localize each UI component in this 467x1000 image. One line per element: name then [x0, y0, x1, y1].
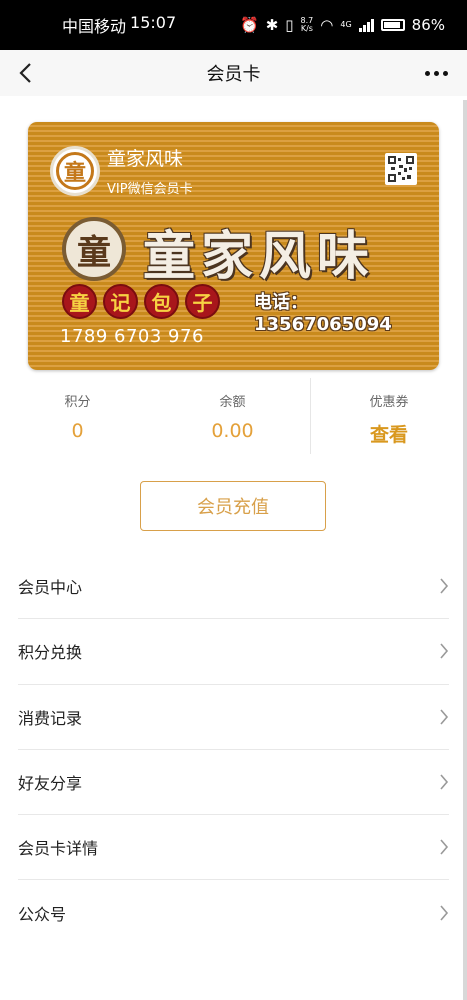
menu-item-label: 消费记录 — [18, 708, 83, 728]
menu-item-member-center[interactable]: 会员中心 — [18, 554, 449, 620]
store-name: 童家风味 — [107, 148, 184, 170]
brand-title: 童家风味 — [143, 226, 376, 287]
points-stat[interactable]: 积分 0 — [0, 378, 155, 454]
signal-icon — [358, 18, 374, 32]
chevron-right-icon — [439, 774, 449, 790]
baozi-char: 子 — [185, 284, 220, 319]
logo-char: 童 — [56, 152, 94, 190]
store-logo: 童 — [50, 146, 100, 196]
more-dot-icon — [442, 70, 448, 76]
bluetooth-icon: ✱ — [265, 16, 279, 34]
menu-item-label: 好友分享 — [18, 774, 83, 794]
qr-code-graphic — [388, 156, 414, 182]
status-right: ⏰ ✱ ▯ 8.7 K/s ◠ 4G 86% — [240, 16, 445, 34]
card-number: 1789 6703 976 — [60, 326, 204, 347]
menu-item-official-account[interactable]: 公众号 — [18, 880, 449, 945]
more-dot-icon — [433, 70, 439, 76]
menu-item-consumption-records[interactable]: 消费记录 — [18, 685, 449, 750]
recharge-button[interactable]: 会员充值 — [140, 481, 326, 531]
page-title: 会员卡 — [206, 64, 261, 85]
member-stats: 积分 0 余额 0.00 优惠券 查看 — [0, 378, 467, 454]
membership-card[interactable]: 童 童家风味 VIP微信会员卡 童 童家风味 童 记 包 子 电话：135670… — [28, 122, 439, 370]
more-dot-icon — [424, 70, 430, 76]
baozi-char: 包 — [144, 284, 179, 319]
carrier-label: 中国移动 — [62, 17, 127, 36]
chevron-right-icon — [439, 709, 449, 725]
baozi-row: 童 记 包 子 — [62, 284, 220, 319]
net-type: 4G — [340, 20, 352, 29]
coupon-label: 优惠券 — [369, 395, 409, 410]
net-speed: 8.7 K/s — [301, 17, 314, 33]
points-value: 0 — [71, 420, 84, 442]
coupon-view-link[interactable]: 查看 — [370, 420, 408, 447]
baozi-char: 童 — [62, 284, 97, 319]
brand-logo-char: 童 — [77, 232, 111, 273]
chevron-right-icon — [439, 905, 449, 921]
baozi-char: 记 — [103, 284, 138, 319]
balance-label: 余额 — [219, 395, 246, 410]
card-subtitle: VIP微信会员卡 — [107, 182, 193, 197]
menu-item-friend-share[interactable]: 好友分享 — [18, 750, 449, 816]
chevron-right-icon — [439, 643, 449, 659]
coupon-stat[interactable]: 优惠券 查看 — [310, 378, 467, 454]
battery-icon — [380, 19, 405, 31]
balance-stat[interactable]: 余额 0.00 — [155, 378, 310, 454]
menu-list: 会员中心 积分兑换 消费记录 好友分享 会员卡详情 公众号 — [18, 554, 449, 946]
clock: 15:07 — [130, 13, 177, 32]
brand-logo: 童 — [62, 217, 126, 281]
balance-value: 0.00 — [211, 420, 254, 442]
battery-percent: 86% — [411, 16, 445, 34]
qr-code-icon[interactable] — [385, 153, 417, 185]
back-button[interactable] — [10, 56, 42, 90]
wifi-icon: ◠ — [320, 16, 334, 34]
status-left: 中国移动 15:07 — [62, 13, 176, 37]
menu-item-points-exchange[interactable]: 积分兑换 — [18, 619, 449, 685]
menu-item-label: 公众号 — [18, 905, 67, 925]
menu-item-label: 会员卡详情 — [18, 839, 99, 859]
chevron-right-icon — [439, 578, 449, 594]
points-label: 积分 — [64, 395, 91, 410]
scrollbar[interactable] — [463, 100, 467, 1000]
status-bar: 中国移动 15:07 ⏰ ✱ ▯ 8.7 K/s ◠ 4G 86% — [0, 0, 467, 50]
more-button[interactable] — [421, 60, 451, 86]
card-phone: 电话：13567065094 — [254, 292, 392, 335]
back-arrow-icon — [19, 63, 31, 83]
menu-item-label: 会员中心 — [18, 578, 83, 598]
alarm-icon: ⏰ — [240, 16, 259, 34]
chevron-right-icon — [439, 839, 449, 855]
vibrate-icon: ▯ — [285, 16, 294, 34]
menu-item-label: 积分兑换 — [18, 643, 83, 663]
nav-bar: 会员卡 — [0, 50, 467, 96]
net-speed-unit: K/s — [300, 24, 313, 33]
menu-item-card-details[interactable]: 会员卡详情 — [18, 815, 449, 881]
